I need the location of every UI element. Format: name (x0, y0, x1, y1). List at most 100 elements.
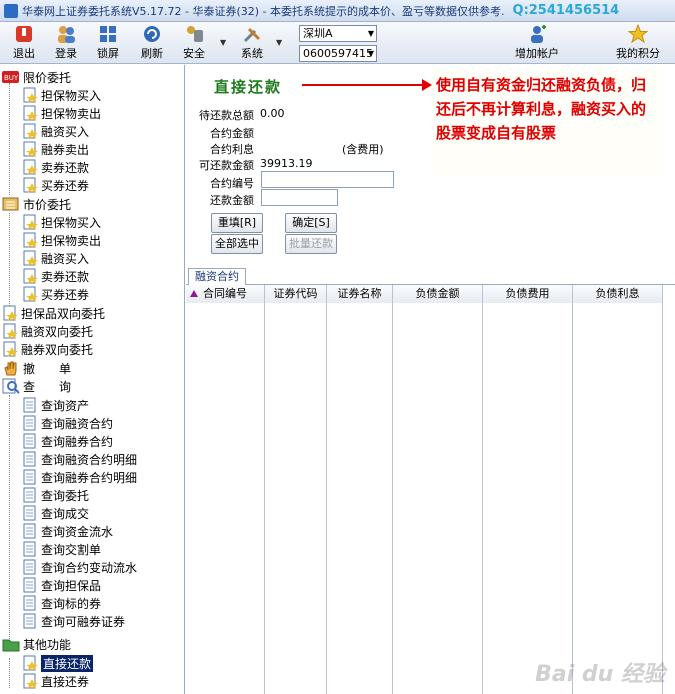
tree-other[interactable]: 其他功能 (2, 635, 71, 653)
tree-item[interactable]: 卖券还款 (22, 267, 89, 285)
tree-item[interactable]: 查询标的券 (22, 594, 101, 612)
document-icon (23, 123, 38, 139)
tree-item[interactable]: 查询交割单 (22, 540, 101, 558)
contract-grid[interactable]: 合同编号 证券代码 证券名称 负债金额 负债费用 负债利息 (186, 285, 675, 694)
repay-amount-input[interactable] (261, 189, 338, 206)
tree-item[interactable]: 买券还券 (22, 176, 89, 194)
document-icon (23, 655, 38, 671)
tree-item[interactable]: 担保物卖出 (22, 104, 101, 122)
login-button[interactable]: 登录 (44, 24, 88, 62)
tree-item[interactable]: 查询资金流水 (22, 522, 113, 540)
column-header[interactable]: 证券名称 (327, 285, 393, 303)
tab-financing-contract[interactable]: 融资合约 (188, 268, 246, 285)
tree-item[interactable]: 融资买入 (22, 249, 89, 267)
contract-no-input[interactable] (261, 171, 394, 188)
security-button[interactable]: 安全 (172, 24, 216, 62)
tree-item-label: 买券还券 (41, 287, 90, 302)
tree-item-label: 担保物卖出 (41, 106, 102, 121)
login-label: 登录 (55, 47, 77, 60)
system-dropdown-icon[interactable]: ▼ (276, 38, 282, 47)
tree-item-direct-return[interactable]: 直接还券 (22, 672, 89, 690)
tree-item[interactable]: 查询融券合约 (22, 432, 113, 450)
tree-market-order-label: 市价委托 (23, 197, 72, 212)
tree-item[interactable]: 查询融资合约明细 (22, 450, 137, 468)
arrow-right-icon (422, 79, 432, 91)
tree-item[interactable]: 查询担保品 (22, 576, 101, 594)
tree-item-label: 融资买入 (41, 124, 90, 139)
reset-button[interactable]: 重填[R] (211, 213, 263, 233)
grid-column (327, 285, 393, 694)
tree-cancel[interactable]: 撤 单 (2, 359, 71, 377)
document-icon (23, 577, 36, 593)
add-account-button[interactable]: 增加帐户 (508, 24, 566, 62)
my-points-button[interactable]: 我的积分 (612, 24, 664, 62)
tree-item[interactable]: 担保物买入 (22, 86, 101, 104)
tree-item-label: 查询融资合约 (41, 416, 114, 431)
incl-fee-note: (含费用) (342, 143, 384, 156)
document-icon (3, 305, 18, 321)
tree-query[interactable]: 查 询 (2, 377, 71, 395)
add-account-label: 增加帐户 (515, 47, 559, 60)
tree-item[interactable]: 担保物买入 (22, 213, 101, 231)
star-icon (627, 24, 649, 44)
lock-button[interactable]: 锁屏 (86, 24, 130, 62)
tree-item[interactable]: 查询资产 (22, 396, 89, 414)
tree-item[interactable]: 查询可融券证券 (22, 612, 125, 630)
tree-limit-order[interactable]: BUY 限价委托 (2, 68, 71, 86)
tree-item-label: 查询可融券证券 (41, 614, 126, 629)
tree-financing-bidir[interactable]: 融资双向委托 (2, 322, 93, 340)
market-select[interactable]: 深圳A ▼ (299, 25, 377, 42)
tree-item[interactable]: 融资买入 (22, 122, 89, 140)
document-icon (23, 523, 36, 539)
column-header[interactable]: 合同编号 (186, 285, 265, 303)
chevron-down-icon: ▼ (367, 29, 374, 38)
tree-item-label: 查询资金流水 (41, 524, 114, 539)
tree-item[interactable]: 融券卖出 (22, 140, 89, 158)
select-all-button[interactable]: 全部选中 (211, 234, 263, 254)
tree-item[interactable]: 查询委托 (22, 486, 89, 504)
tree-item-label: 担保物买入 (41, 88, 102, 103)
tree-limit-order-label: 限价委托 (23, 70, 72, 85)
contract-amount-label: 合约金额 (210, 127, 254, 140)
column-header[interactable]: 负债利息 (573, 285, 663, 303)
account-select[interactable]: 0600597415 ▼ (299, 45, 377, 62)
tree-item[interactable]: 卖券还款 (22, 158, 89, 176)
column-header-label: 负债费用 (505, 287, 550, 300)
system-button[interactable]: 系统 (230, 24, 274, 62)
tree-item-direct-repay[interactable]: 直接还款 (22, 654, 94, 672)
column-header[interactable]: 负债费用 (483, 285, 573, 303)
tree-item-label: 查询交割单 (41, 542, 102, 557)
tree-item[interactable]: 买券还券 (22, 285, 89, 303)
document-icon (23, 105, 38, 121)
column-header[interactable]: 负债金额 (393, 285, 483, 303)
grid-column (393, 285, 483, 694)
tree-item-label: 查询资产 (41, 398, 90, 413)
confirm-button[interactable]: 确定[S] (285, 213, 337, 233)
tree-item-label: 查询标的券 (41, 596, 102, 611)
annotation-note: 使用自有资金归还融资负债，归还后不再计算利息，融资买入的股票变成自有股票 (432, 69, 664, 177)
tree-lending-bidir[interactable]: 融券双向委托 (2, 340, 93, 358)
document-icon (23, 451, 36, 467)
tree-item[interactable]: 担保物卖出 (22, 231, 101, 249)
batch-repay-button[interactable]: 批量还款 (285, 234, 337, 254)
exit-button[interactable]: 退出 (2, 24, 46, 62)
tree-item-label: 查询委托 (41, 488, 90, 503)
folder-icon (2, 639, 20, 652)
tree-other-label: 其他功能 (23, 637, 72, 652)
contract-no-label: 合约编号 (210, 177, 254, 190)
refresh-button[interactable]: 刷新 (130, 24, 174, 62)
tree-item[interactable]: 查询成交 (22, 504, 89, 522)
security-dropdown-icon[interactable]: ▼ (220, 38, 226, 47)
tree-item-label: 担保物买入 (41, 215, 102, 230)
document-icon (23, 397, 36, 413)
chevron-down-icon: ▼ (367, 49, 374, 58)
tree-market-order[interactable]: 市价委托 (2, 195, 71, 213)
tree-item[interactable]: 查询合约变动流水 (22, 558, 137, 576)
document-icon (23, 541, 36, 557)
tree-item[interactable]: 查询融资合约 (22, 414, 113, 432)
tree-collateral-bidir[interactable]: 担保品双向委托 (2, 304, 105, 322)
tree-item[interactable]: 查询融券合约明细 (22, 468, 137, 486)
document-icon (23, 159, 38, 175)
security-icon (187, 26, 203, 42)
column-header[interactable]: 证券代码 (265, 285, 327, 303)
